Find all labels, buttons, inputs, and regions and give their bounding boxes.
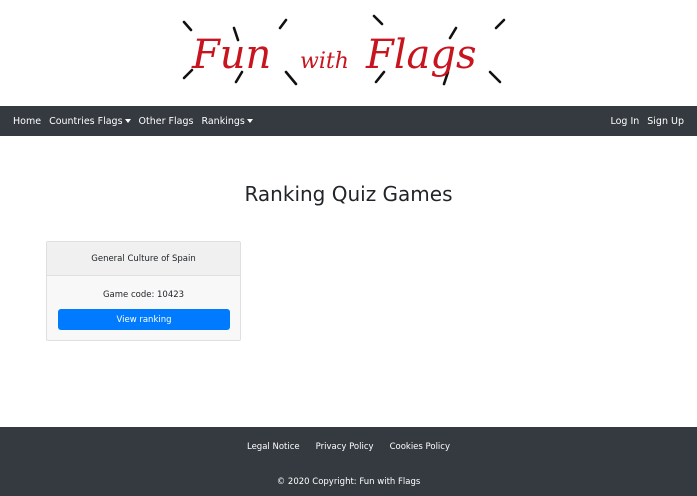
signup-link[interactable]: Sign Up bbox=[647, 116, 684, 127]
site-footer: Legal Notice Privacy Policy Cookies Poli… bbox=[0, 427, 697, 496]
nav-left-group: Home Countries Flags Other Flags Ranking… bbox=[13, 116, 261, 127]
login-link[interactable]: Log In bbox=[610, 116, 639, 127]
caret-down-icon bbox=[246, 119, 253, 123]
card-game-code: Game code: 10423 bbox=[102, 290, 185, 300]
footer-links: Legal Notice Privacy Policy Cookies Poli… bbox=[0, 442, 697, 452]
quiz-game-card: General Culture of Spain Game code: 1042… bbox=[46, 241, 241, 341]
nav-other-flags[interactable]: Other Flags bbox=[139, 116, 194, 127]
logo-text-flags: Flags bbox=[365, 32, 477, 78]
nav-other-flags-label: Other Flags bbox=[138, 115, 194, 127]
view-ranking-button[interactable]: View ranking bbox=[58, 309, 230, 330]
footer-legal-notice-link[interactable]: Legal Notice bbox=[247, 442, 300, 452]
card-header: General Culture of Spain bbox=[47, 242, 240, 276]
nav-rankings-label: Rankings bbox=[201, 115, 245, 127]
nav-countries-flags-label: Countries Flags bbox=[49, 115, 123, 127]
nav-countries-flags-dropdown[interactable]: Countries Flags bbox=[49, 115, 131, 127]
logo-graphic: Fun with Flags bbox=[182, 14, 506, 86]
nav-rankings-dropdown[interactable]: Rankings bbox=[201, 115, 253, 127]
footer-copyright: © 2020 Copyright: Fun with Flags bbox=[276, 477, 421, 487]
caret-down-icon bbox=[124, 119, 131, 123]
logo-text-with: with bbox=[300, 49, 349, 74]
nav-home-label: Home bbox=[13, 115, 42, 127]
main-navbar: Home Countries Flags Other Flags Ranking… bbox=[0, 106, 697, 136]
page-title: Ranking Quiz Games bbox=[244, 182, 453, 206]
footer-privacy-policy-link[interactable]: Privacy Policy bbox=[316, 442, 374, 452]
logo-text-fun: Fun bbox=[191, 32, 271, 78]
card-game-name: General Culture of Spain bbox=[91, 253, 196, 264]
site-logo[interactable]: Fun with Flags bbox=[0, 0, 697, 106]
nav-home[interactable]: Home bbox=[13, 116, 41, 127]
nav-right-group: Log In Sign Up bbox=[602, 116, 684, 127]
footer-cookies-policy-link[interactable]: Cookies Policy bbox=[390, 442, 450, 452]
